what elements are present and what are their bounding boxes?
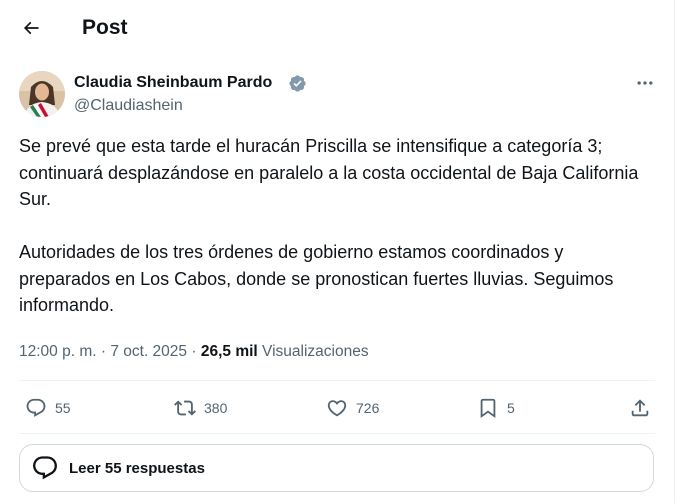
post-actions: 55 380 726 5 — [0, 390, 674, 426]
meta-separator: · — [191, 343, 197, 360]
avatar[interactable] — [19, 71, 65, 117]
repost-icon — [174, 400, 196, 416]
page-title: Post — [82, 16, 128, 39]
reply-icon — [26, 398, 46, 417]
more-options-button[interactable] — [630, 72, 660, 94]
arrow-left-icon — [23, 21, 39, 35]
reply-button[interactable]: 55 — [25, 390, 71, 426]
divider — [19, 433, 655, 434]
like-button[interactable]: 726 — [326, 390, 379, 426]
more-horizontal-icon — [637, 81, 653, 85]
bookmark-button[interactable]: 5 — [477, 390, 515, 426]
verified-badge-icon — [289, 75, 306, 92]
repost-count: 380 — [204, 400, 228, 416]
post-paragraph: Autoridades de los tres órdenes de gobie… — [19, 242, 614, 315]
share-button[interactable] — [629, 390, 651, 426]
back-button[interactable] — [14, 11, 48, 45]
post-paragraph: Se prevé que esta tarde el huracán Prisc… — [19, 136, 639, 209]
reply-count: 55 — [55, 400, 71, 416]
post-view: Post Claudia Sheinbaum Pardo @Claudiashe… — [0, 0, 675, 503]
post-metadata: 12:00 p. m. · 7 oct. 2025 · 26,5 mil Vis… — [19, 342, 369, 362]
like-count: 726 — [356, 400, 380, 416]
bookmark-count: 5 — [507, 400, 515, 416]
views-label[interactable]: Visualizaciones — [262, 343, 369, 360]
post-text: Se prevé que esta tarde el huracán Prisc… — [19, 133, 659, 319]
heart-icon — [327, 400, 347, 417]
post-time[interactable]: 12:00 p. m. — [19, 343, 97, 360]
avatar-image — [19, 71, 65, 117]
reply-icon — [30, 453, 60, 483]
bookmark-icon — [480, 398, 496, 419]
read-replies-label: Leer 55 respuestas — [69, 459, 205, 477]
author-name[interactable]: Claudia Sheinbaum Pardo — [74, 73, 272, 93]
post-header: Post — [0, 0, 674, 56]
repost-button[interactable]: 380 — [174, 390, 227, 426]
author-handle[interactable]: @Claudiashein — [74, 96, 183, 116]
divider — [19, 380, 655, 381]
post-date[interactable]: 7 oct. 2025 — [110, 343, 187, 360]
read-replies-button[interactable]: Leer 55 respuestas — [19, 444, 654, 492]
views-count[interactable]: 26,5 mil — [201, 343, 258, 360]
share-icon — [631, 399, 649, 417]
meta-separator: · — [100, 343, 107, 360]
